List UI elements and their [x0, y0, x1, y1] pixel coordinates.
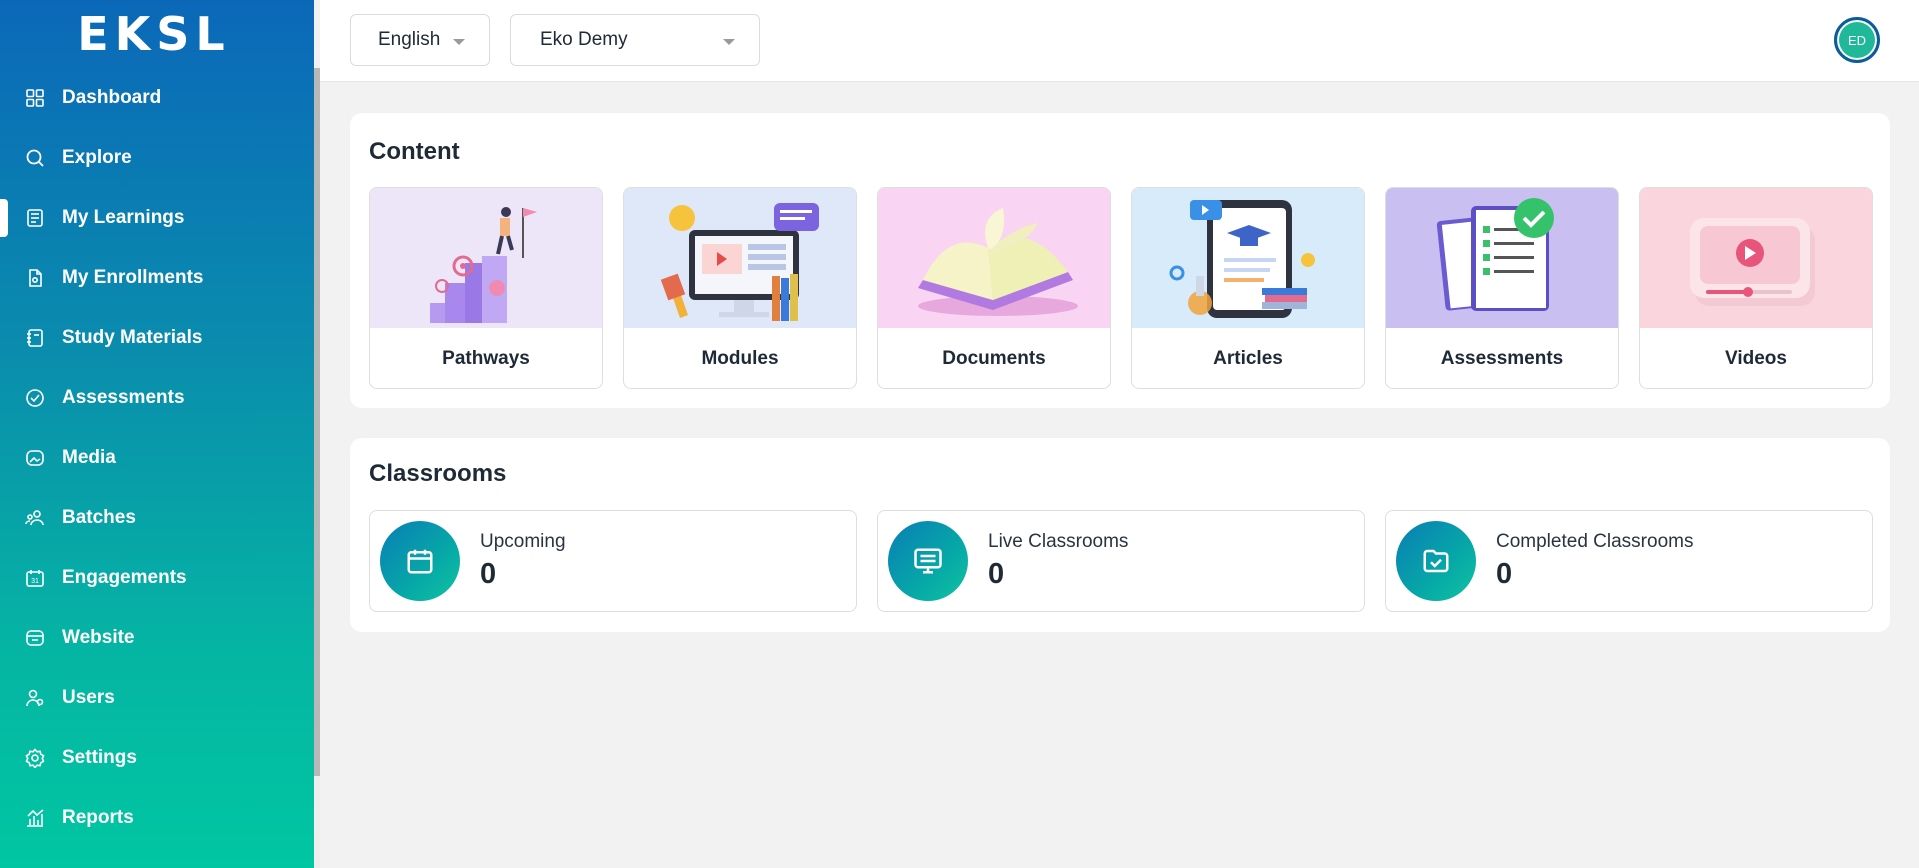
book-icon: [24, 207, 46, 229]
language-select[interactable]: English: [350, 14, 490, 66]
sidebar-item-study-materials[interactable]: Study Materials: [0, 308, 314, 368]
stat-live-classrooms[interactable]: Live Classrooms 0: [877, 510, 1365, 612]
folder-check-icon: [1396, 521, 1476, 601]
media-icon: [24, 447, 46, 469]
tile-label: Videos: [1725, 347, 1787, 369]
sidebar: EKSL Dashboard Explore My Learnings My E…: [0, 0, 314, 868]
sidebar-item-label: My Enrollments: [62, 267, 204, 288]
videos-illustration: [1640, 188, 1872, 328]
user-avatar[interactable]: ED: [1834, 17, 1880, 63]
chevron-down-icon: [453, 39, 465, 45]
avatar-initials: ED: [1847, 32, 1867, 48]
sidebar-item-settings[interactable]: Settings: [0, 728, 314, 788]
logo-text: EKSL: [77, 7, 231, 61]
classrooms-title: Classrooms: [369, 460, 507, 487]
stat-upcoming[interactable]: Upcoming 0: [369, 510, 857, 612]
tile-label: Documents: [942, 347, 1046, 369]
sidebar-item-reports[interactable]: Reports: [0, 788, 314, 848]
gear-icon: [24, 747, 46, 769]
stat-value: 0: [1496, 558, 1513, 590]
sidebar-item-dashboard[interactable]: Dashboard: [0, 68, 314, 128]
content-section: Content Pathways Modules Documents Artic…: [350, 113, 1890, 408]
classroom-stats: Upcoming 0 Live Classrooms 0 Completed C…: [369, 510, 1873, 612]
file-icon: [24, 267, 46, 289]
sidebar-scrollbar-track: [314, 776, 320, 868]
stat-label: Live Classrooms: [988, 531, 1129, 552]
sidebar-item-assessments[interactable]: Assessments: [0, 368, 314, 428]
monitor-icon: [888, 521, 968, 601]
tile-modules[interactable]: Modules: [623, 187, 857, 389]
content-title: Content: [369, 138, 460, 165]
stat-label: Upcoming: [480, 531, 566, 552]
group-icon: [24, 507, 46, 529]
language-select-value: English: [378, 29, 441, 50]
sidebar-item-label: Media: [62, 447, 116, 468]
tile-documents[interactable]: Documents: [877, 187, 1111, 389]
sidebar-item-label: Users: [62, 687, 115, 708]
tile-label: Modules: [701, 347, 779, 369]
logo[interactable]: EKSL: [0, 0, 314, 68]
tile-label: Articles: [1213, 347, 1283, 369]
pathways-illustration: [370, 188, 602, 328]
calendar-icon: [380, 521, 460, 601]
documents-illustration: [878, 188, 1110, 328]
tile-videos[interactable]: Videos: [1639, 187, 1873, 389]
stat-value: 0: [988, 558, 1005, 590]
sidebar-item-label: Study Materials: [62, 327, 203, 348]
tile-label: Assessments: [1440, 347, 1564, 369]
sidebar-item-users[interactable]: Users: [0, 668, 314, 728]
checklist-icon: [24, 387, 46, 409]
sidebar-nav: Dashboard Explore My Learnings My Enroll…: [0, 68, 314, 848]
sidebar-item-label: Reports: [62, 807, 134, 828]
search-icon: [24, 147, 46, 169]
sidebar-item-label: Assessments: [62, 387, 185, 408]
svg-text:31: 31: [31, 578, 39, 585]
chevron-down-icon: [723, 39, 735, 45]
stat-label: Completed Classrooms: [1496, 531, 1694, 552]
sidebar-item-label: Explore: [62, 147, 132, 168]
sidebar-item-label: Website: [62, 627, 135, 648]
modules-illustration: [624, 188, 856, 328]
organization-select-value: Eko Demy: [540, 29, 628, 50]
sidebar-item-label: My Learnings: [62, 207, 185, 228]
top-header: English Eko Demy ED: [320, 0, 1919, 82]
calendar-icon: 31: [24, 567, 46, 589]
sidebar-item-label: Engagements: [62, 567, 187, 588]
assessments-illustration: [1386, 188, 1618, 328]
chart-icon: [24, 807, 46, 829]
sidebar-item-website[interactable]: Website: [0, 608, 314, 668]
articles-illustration: [1132, 188, 1364, 328]
tile-label: Pathways: [442, 347, 530, 369]
browser-icon: [24, 627, 46, 649]
notebook-icon: [24, 327, 46, 349]
grid-icon: [24, 87, 46, 109]
sidebar-item-explore[interactable]: Explore: [0, 128, 314, 188]
sidebar-item-label: Settings: [62, 747, 137, 768]
users-icon: [24, 687, 46, 709]
classrooms-section: Classrooms Upcoming 0 Live Classrooms 0 …: [350, 438, 1890, 632]
tile-assessments[interactable]: Assessments: [1385, 187, 1619, 389]
sidebar-item-media[interactable]: Media: [0, 428, 314, 488]
sidebar-scrollbar[interactable]: [314, 68, 320, 776]
tile-articles[interactable]: Articles: [1131, 187, 1365, 389]
sidebar-item-my-learnings[interactable]: My Learnings: [0, 188, 314, 248]
organization-select[interactable]: Eko Demy: [510, 14, 760, 66]
sidebar-item-batches[interactable]: Batches: [0, 488, 314, 548]
content-tiles: Pathways Modules Documents Articles Asse…: [369, 187, 1873, 389]
sidebar-item-my-enrollments[interactable]: My Enrollments: [0, 248, 314, 308]
sidebar-item-label: Dashboard: [62, 87, 162, 108]
stat-value: 0: [480, 558, 497, 590]
stat-completed-classrooms[interactable]: Completed Classrooms 0: [1385, 510, 1873, 612]
sidebar-item-label: Batches: [62, 507, 136, 528]
tile-pathways[interactable]: Pathways: [369, 187, 603, 389]
sidebar-item-engagements[interactable]: 31 Engagements: [0, 548, 314, 608]
